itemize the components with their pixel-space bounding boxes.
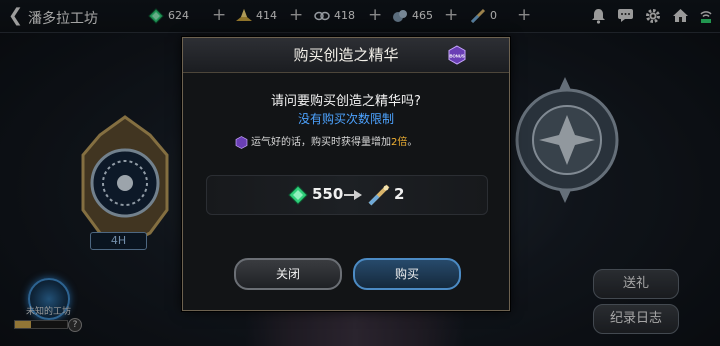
luck-bonus-note: 运气好的话，购买时获得量增加2倍。	[235, 133, 417, 149]
arrow-right-icon	[344, 190, 362, 200]
bonus-badge-icon: BONUS	[448, 45, 466, 65]
bonus-small-icon	[235, 135, 248, 149]
reward-value: 2	[394, 185, 405, 203]
green-gem-icon	[288, 185, 308, 205]
purchase-limit-note: 没有购买次数限制	[297, 112, 394, 126]
buy-button[interactable]: 购买	[353, 258, 461, 290]
cost-value: 550	[312, 185, 344, 203]
luck-multiplier: 2倍	[391, 137, 408, 148]
exchange-panel: 550 2	[206, 175, 488, 215]
bonus-badge-text: BONUS	[449, 54, 464, 59]
purchase-dialog: 购买创造之精华 BONUS 请问要购买创造之精华吗? 没有购买次数限制 运气好的…	[182, 37, 510, 311]
creation-essence-icon	[368, 184, 390, 206]
close-button[interactable]: 关闭	[234, 258, 342, 290]
purchase-question: 请问要购买创造之精华吗?	[271, 94, 421, 109]
